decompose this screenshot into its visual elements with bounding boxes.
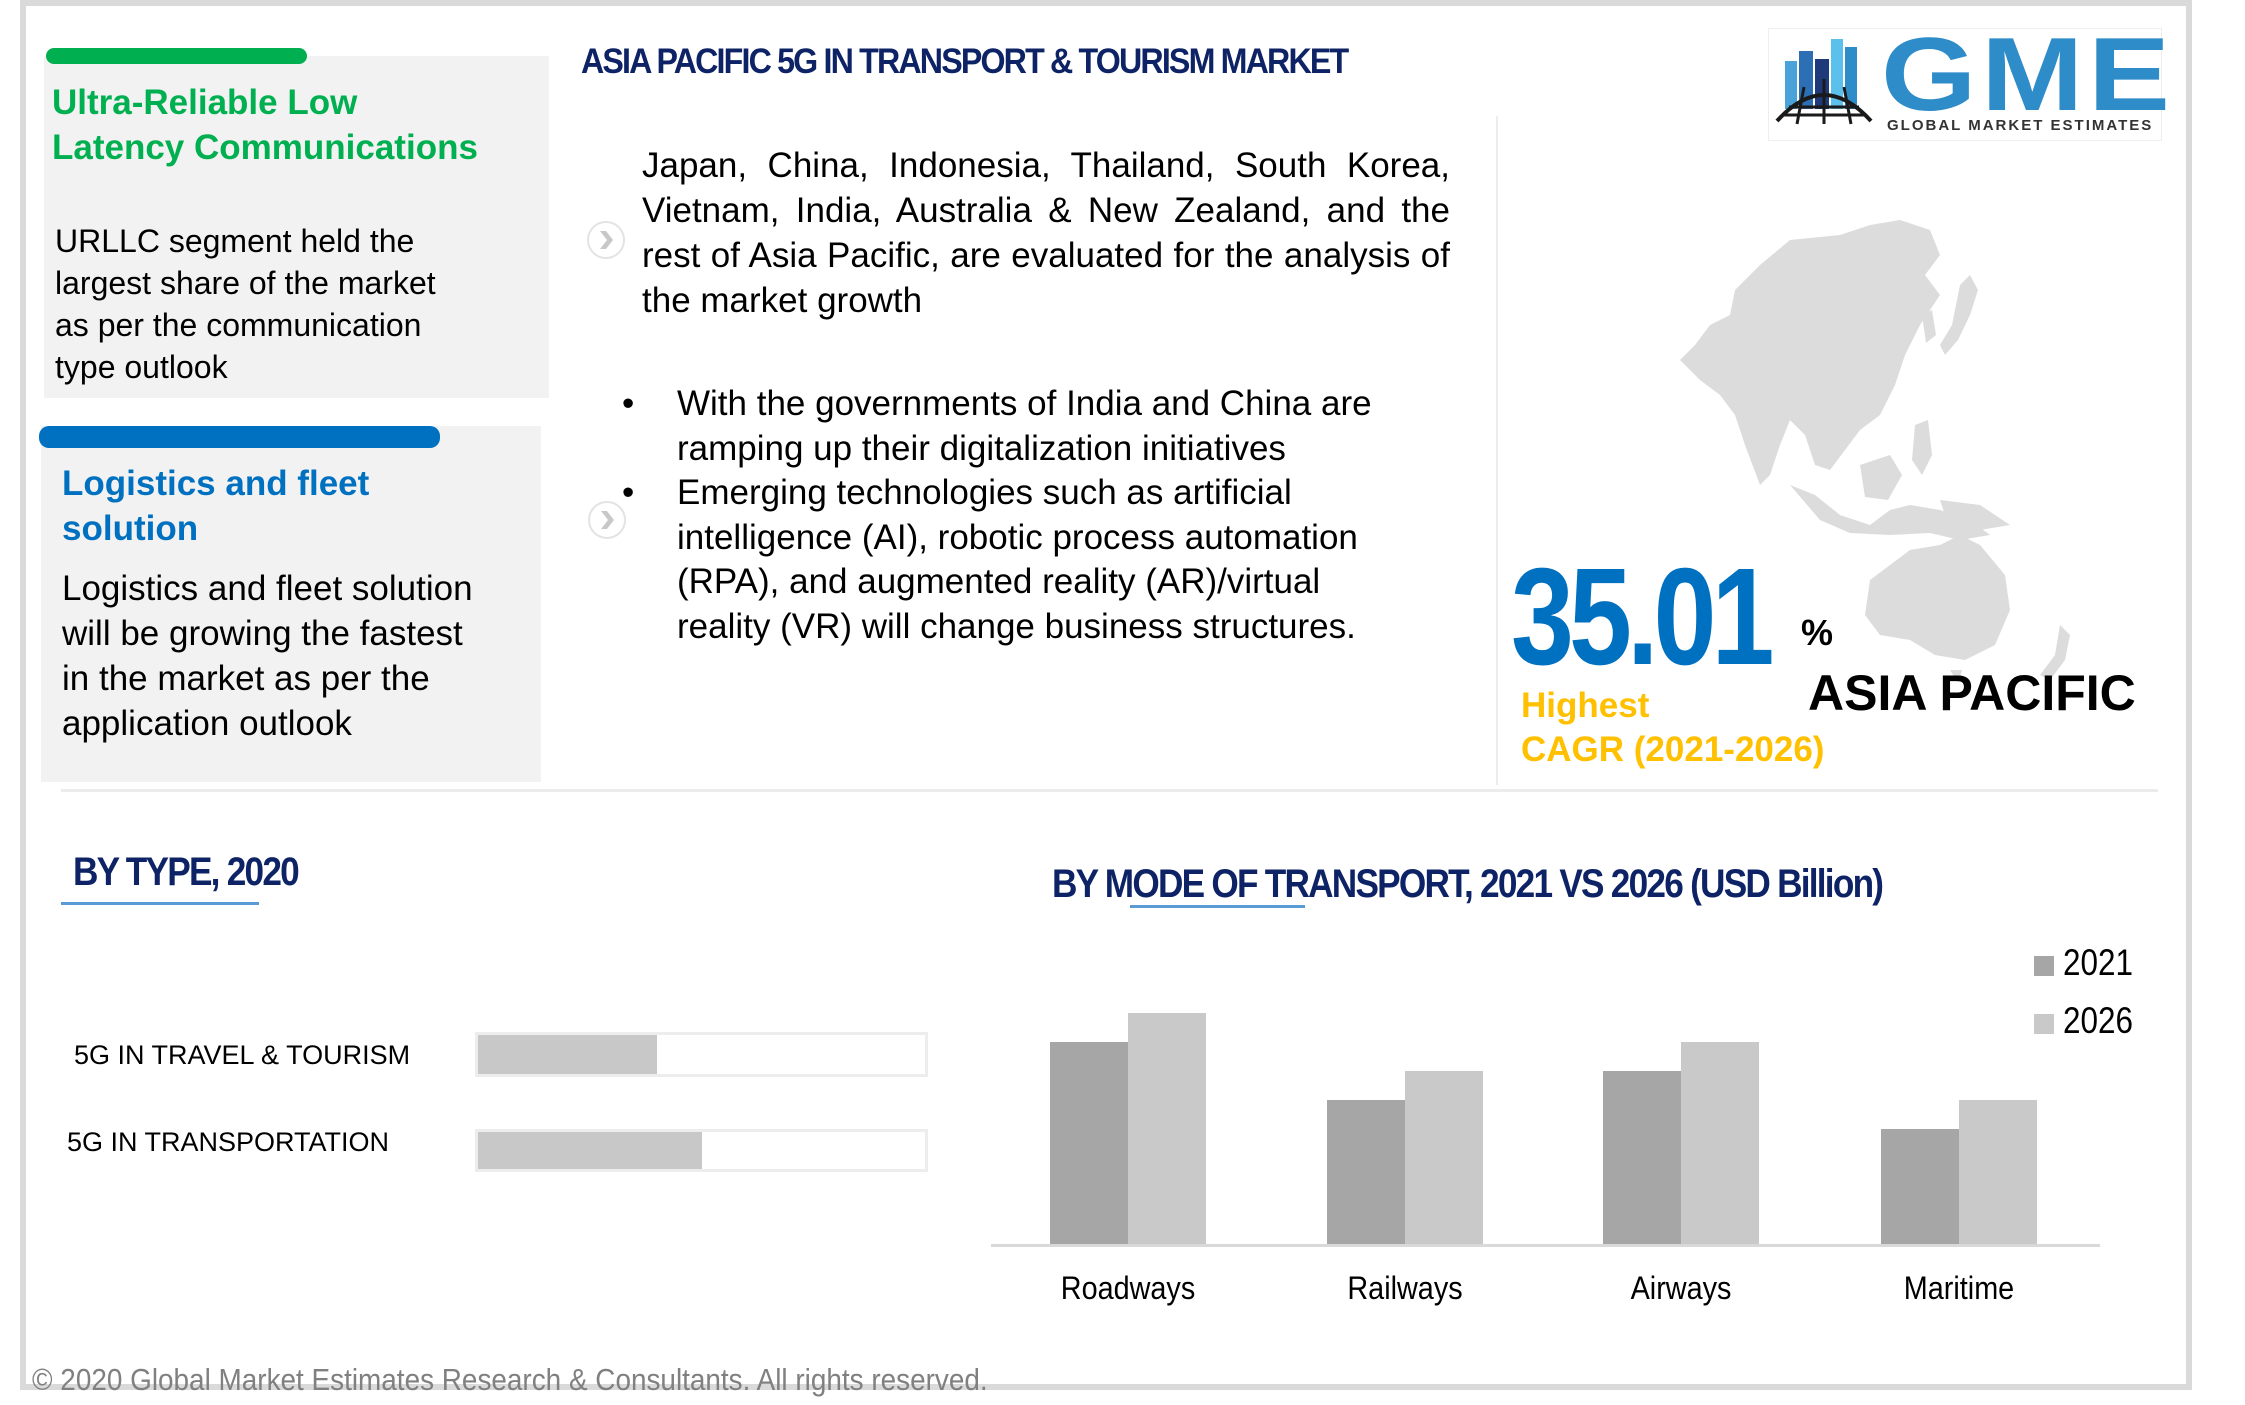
vertical-divider bbox=[1496, 116, 1498, 785]
category-label: Roadways bbox=[1060, 1270, 1196, 1306]
bar-maritime-2021 bbox=[1881, 1129, 1959, 1245]
category-labels: Roadways Railways Airways Maritime bbox=[991, 1270, 2100, 1315]
logistics-body-line: application outlook bbox=[62, 704, 352, 743]
bullet-item: • Emerging technologies such as artifici… bbox=[622, 471, 1422, 649]
map-borneo bbox=[1860, 455, 1902, 500]
chevron-right-circle-icon bbox=[587, 221, 625, 259]
chevron-right-circle-icon bbox=[588, 501, 626, 539]
urllc-title-line: Latency Communications bbox=[52, 128, 478, 167]
map-japan bbox=[1940, 275, 1978, 355]
by-type-title: BY TYPE, 2020 bbox=[73, 850, 300, 894]
logistics-title-line: solution bbox=[62, 509, 199, 548]
cagr-unit: % bbox=[1801, 612, 1834, 653]
logistics-body-line: Logistics and fleet solution bbox=[62, 569, 473, 608]
type-bar-fill bbox=[478, 1035, 657, 1074]
green-accent-bar bbox=[46, 48, 307, 64]
section-divider bbox=[61, 789, 2158, 792]
page-title: ASIA PACIFIC 5G IN TRANSPORT & TOURISM M… bbox=[581, 42, 1349, 81]
type-label: 5G IN TRAVEL & TOURISM bbox=[74, 1040, 411, 1070]
map-philippines bbox=[1912, 420, 1932, 475]
urllc-body: URLLC segment held the largest share of … bbox=[55, 220, 535, 388]
bullet-item: • With the governments of India and Chin… bbox=[622, 382, 1422, 471]
overview-paragraph: Japan, China, Indonesia, Thailand, South… bbox=[642, 146, 1450, 320]
bullet-text: With the governments of India and China … bbox=[677, 384, 1372, 468]
category-label: Airways bbox=[1630, 1270, 1732, 1306]
logistics-title: Logistics and fleet solution bbox=[62, 461, 532, 551]
bar-roadways-2021 bbox=[1050, 1042, 1128, 1245]
category-label: Railways bbox=[1347, 1270, 1463, 1306]
bullet-text: Emerging technologies such as artificial… bbox=[677, 473, 1358, 646]
urllc-body-line: as per the communication bbox=[55, 307, 422, 343]
chart-title-underline bbox=[1130, 905, 1305, 908]
logo-wordmark: GME bbox=[1881, 17, 2175, 133]
logistics-body-line: will be growing the fastest bbox=[62, 614, 463, 653]
bar-roadways-2026 bbox=[1128, 1013, 1206, 1245]
bullet-dot: • bbox=[622, 384, 635, 423]
map-australia bbox=[1865, 535, 2010, 660]
bar-airways-2021 bbox=[1603, 1071, 1681, 1245]
urllc-body-line: largest share of the market bbox=[55, 265, 436, 301]
cagr-label-line: Highest bbox=[1521, 686, 1650, 725]
region-name: ASIA PACIFIC bbox=[1808, 665, 2136, 721]
urllc-title: Ultra-Reliable Low Latency Communication… bbox=[52, 80, 542, 170]
map-korea bbox=[1922, 310, 1936, 343]
type-bar-track bbox=[475, 1032, 928, 1077]
type-label: 5G IN TRANSPORTATION bbox=[67, 1127, 390, 1157]
gme-logo: GME GLOBAL MARKET ESTIMATES bbox=[1768, 23, 2170, 141]
bar-chart bbox=[991, 940, 2100, 1246]
bar-railways-2021 bbox=[1327, 1100, 1405, 1245]
bar-maritime-2026 bbox=[1959, 1100, 2037, 1245]
logo-tagline: GLOBAL MARKET ESTIMATES bbox=[1887, 117, 2154, 134]
overview-bullets: • With the governments of India and Chin… bbox=[622, 382, 1422, 649]
chart-baseline bbox=[991, 1244, 2100, 1247]
cagr-label: Highest CAGR (2021-2026) bbox=[1521, 684, 1824, 772]
logistics-body: Logistics and fleet solution will be gro… bbox=[62, 566, 532, 746]
by-type-underline bbox=[61, 902, 259, 905]
chart-title: BY MODE OF TRANSPORT, 2021 VS 2026 (USD … bbox=[1052, 862, 1884, 906]
logistics-body-line: in the market as per the bbox=[62, 659, 430, 698]
urllc-body-line: type outlook bbox=[55, 349, 228, 385]
map-asia-mainland bbox=[1680, 220, 1940, 485]
urllc-title-line: Ultra-Reliable Low bbox=[52, 83, 358, 122]
cagr-value: 35.01 bbox=[1511, 540, 1775, 694]
cagr-label-line: CAGR (2021-2026) bbox=[1521, 730, 1825, 769]
blue-accent-bar bbox=[39, 426, 440, 448]
copyright-footer: © 2020 Global Market Estimates Research … bbox=[32, 1362, 988, 1397]
type-bar-fill bbox=[478, 1132, 702, 1169]
urllc-body-line: URLLC segment held the bbox=[55, 223, 415, 259]
category-label: Maritime bbox=[1903, 1270, 2015, 1306]
type-bar-track bbox=[475, 1129, 928, 1172]
bar-airways-2026 bbox=[1681, 1042, 1759, 1245]
bar-railways-2026 bbox=[1405, 1071, 1483, 1245]
logistics-title-line: Logistics and fleet bbox=[62, 464, 370, 503]
bullet-dot: • bbox=[622, 473, 635, 512]
